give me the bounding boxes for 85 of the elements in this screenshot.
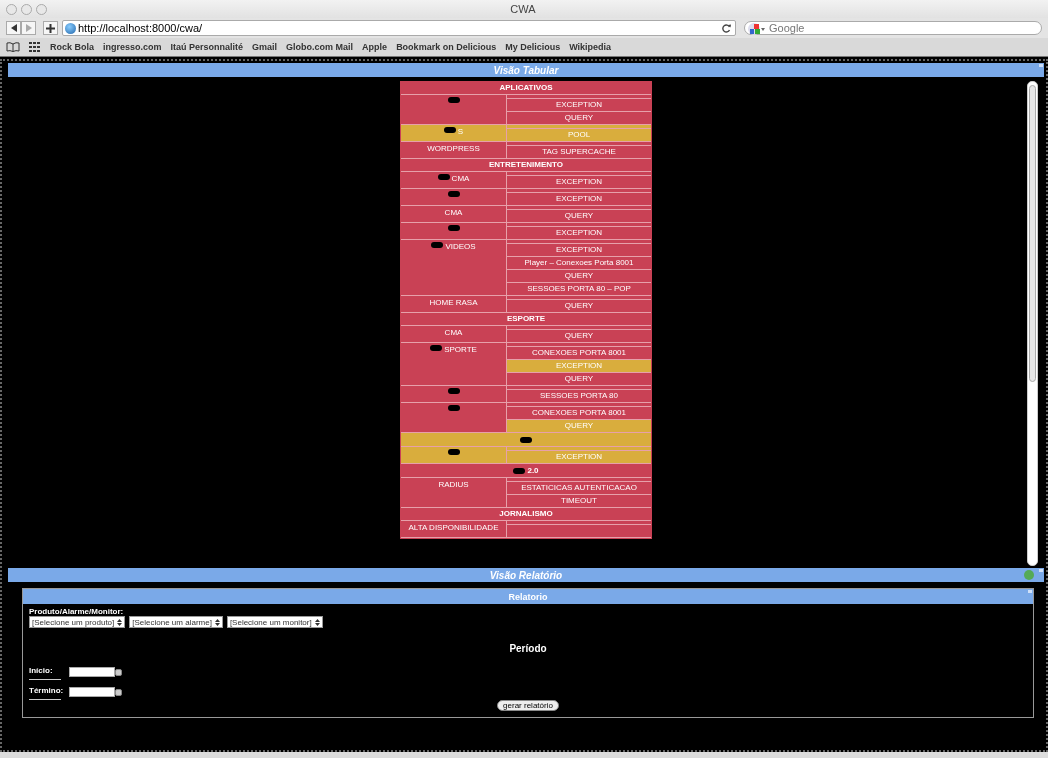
generate-report-button[interactable]: gerar relatório — [497, 700, 559, 711]
monitor-cell[interactable]: QUERY — [507, 112, 651, 124]
bookmark-link[interactable]: Itaú Personnalité — [170, 42, 244, 52]
bookmark-link[interactable]: Gmail — [252, 42, 278, 52]
section-heading: ENTRETENIMENTO — [401, 159, 651, 172]
app-name: CMA — [444, 328, 463, 337]
section-title: Período — [508, 643, 548, 654]
bookmark-link[interactable]: Apple — [362, 42, 388, 52]
window-control-icon[interactable] — [21, 3, 32, 15]
select-dropdown[interactable]: [Selecione um monitor] — [226, 616, 323, 628]
monitor-cell[interactable]: EXCEPTION — [507, 244, 651, 257]
updown-arrows-icon — [117, 618, 123, 626]
date-field[interactable] — [69, 687, 115, 697]
form-title: Relatorio — [508, 591, 548, 602]
app-name: RADIUS — [438, 480, 469, 489]
bookmark-link[interactable]: Globo.com Mail — [286, 42, 354, 52]
panel-title: Visão Relatório — [489, 569, 563, 581]
section-heading: APLICATIVOS — [401, 82, 651, 95]
window-title: CWA — [509, 3, 537, 15]
window-control-icon[interactable] — [36, 3, 47, 15]
app-name: ALTA DISPONIBILIDADE — [408, 523, 499, 532]
monitor-cell[interactable]: QUERY — [507, 210, 651, 222]
globe-icon — [65, 22, 76, 34]
monitor-cell[interactable]: Player – Conexoes Porta 8001 — [507, 257, 651, 270]
search-field[interactable]: Google — [744, 21, 1042, 35]
book-icon[interactable] — [6, 42, 20, 52]
bookmark-link[interactable]: Wikipedia — [569, 42, 612, 52]
monitor-cell[interactable]: SESSOES PORTA 80 – POP — [507, 283, 651, 295]
updown-arrows-icon — [314, 618, 320, 626]
back-button[interactable] — [6, 21, 21, 35]
app-cell[interactable]: 2.0 — [401, 464, 651, 478]
field-label: Término: — [29, 684, 61, 700]
panel-title: Visão Tabular — [493, 64, 559, 76]
app-cell[interactable]: CMA — [401, 172, 507, 188]
address-field[interactable]: http://localhost:8000/cwa/ — [62, 20, 736, 36]
grid-icon[interactable] — [29, 42, 41, 52]
app-cell[interactable]: VIDEOS — [401, 240, 507, 295]
app-name: CMA — [451, 174, 470, 183]
forward-icon — [24, 24, 33, 32]
updown-arrows-icon — [214, 618, 220, 626]
section-heading: JORNALISMO — [401, 508, 651, 521]
bookmark-link[interactable]: My Delicious — [505, 42, 561, 52]
app-cell[interactable]: ALTA DISPONIBILIDADE — [401, 521, 507, 537]
add-bookmark-button[interactable] — [43, 21, 58, 35]
app-name: S — [457, 127, 464, 136]
app-cell[interactable]: CMA — [401, 326, 507, 342]
monitor-cell[interactable]: EXCEPTION — [507, 176, 651, 188]
app-name: VIDEOS — [445, 242, 476, 251]
app-name: CMA — [444, 208, 463, 217]
monitor-cell[interactable]: QUERY — [507, 270, 651, 283]
app-cell[interactable]: WORDPRESS — [401, 142, 507, 158]
back-icon — [9, 24, 18, 32]
monitor-cell[interactable]: EXCEPTION — [507, 99, 651, 112]
monitor-cell[interactable]: QUERY — [507, 373, 651, 385]
monitor-cell[interactable]: SESSOES PORTA 80 — [507, 390, 651, 402]
calendar-button[interactable] — [115, 688, 122, 696]
section-heading: ESPORTE — [401, 313, 651, 326]
calendar-button[interactable] — [115, 668, 122, 676]
app-name: WORDPRESS — [427, 144, 480, 153]
monitor-cell[interactable]: ESTATICICAS AUTENTICACAO — [507, 482, 651, 495]
monitor-cell[interactable]: TIMEOUT — [507, 495, 651, 507]
field-label: Início: — [29, 664, 61, 680]
bookmark-link[interactable]: Bookmark on Delicious — [396, 42, 497, 52]
monitor-cell[interactable]: QUERY — [507, 300, 651, 312]
app-cell[interactable]: CMA — [401, 206, 507, 222]
field-label: Produto/Alarme/Monitor: — [29, 607, 125, 616]
app-name: HOME RASA — [429, 298, 478, 307]
app-cell[interactable] — [401, 447, 507, 463]
reload-icon[interactable] — [722, 23, 731, 33]
app-name: 2.0 — [527, 466, 539, 475]
app-cell[interactable] — [401, 433, 651, 447]
select-dropdown[interactable]: [Selecione um produto] — [29, 616, 126, 628]
url-text: http://localhost:8000/cwa/ — [78, 22, 204, 34]
select-dropdown[interactable]: [Selecione um alarme] — [129, 616, 223, 628]
monitor-cell[interactable]: QUERY — [507, 330, 651, 342]
app-name: SPORTE — [444, 345, 477, 354]
app-cell[interactable]: HOME RASA — [401, 296, 507, 312]
monitor-cell[interactable]: TAG SUPERCACHE — [507, 146, 651, 158]
bookmark-link[interactable]: ingresso.com — [103, 42, 162, 52]
date-field[interactable] — [69, 667, 115, 677]
monitor-cell[interactable]: EXCEPTION — [507, 227, 651, 239]
app-cell[interactable]: RADIUS — [401, 478, 507, 507]
window-control-icon[interactable] — [6, 3, 17, 15]
monitor-cell[interactable]: EXCEPTION — [507, 193, 651, 205]
bookmark-link[interactable]: Rock Bola — [50, 42, 94, 52]
